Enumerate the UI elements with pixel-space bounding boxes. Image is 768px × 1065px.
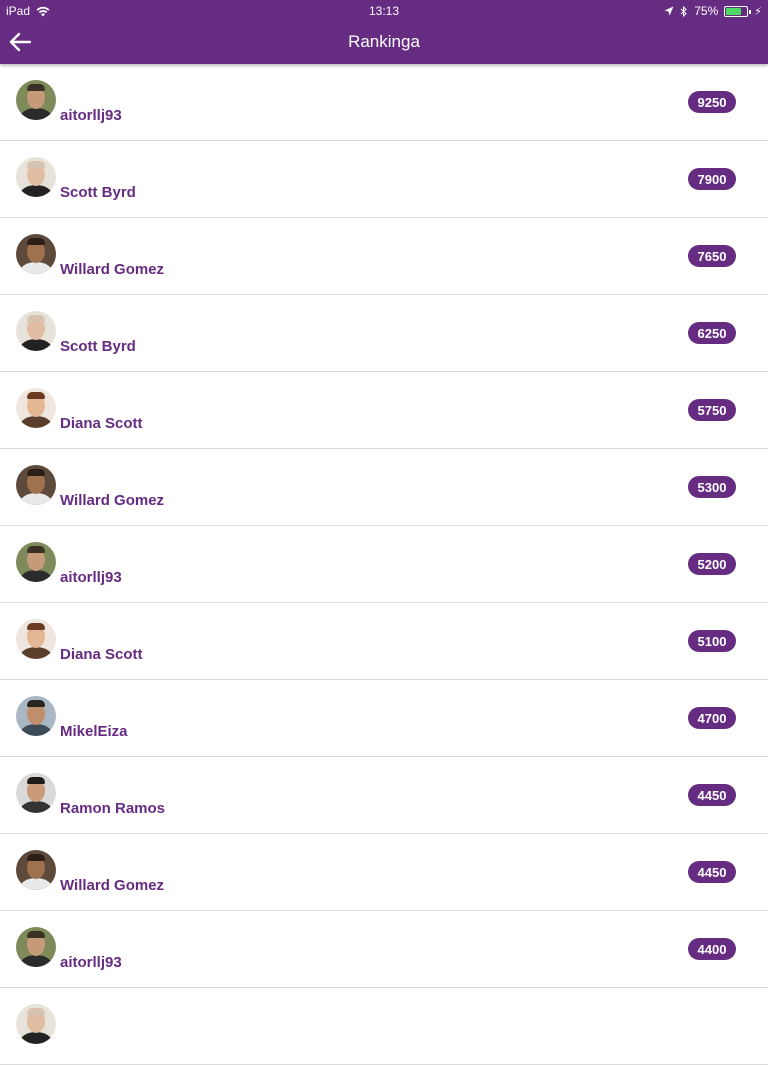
ranking-row[interactable]: Diana Scott 5100 (0, 603, 768, 680)
navigation-bar: Rankinga (0, 20, 768, 64)
player-name: Diana Scott (60, 415, 143, 432)
ranking-row[interactable]: Scott Byrd 7900 (0, 141, 768, 218)
ranking-row[interactable]: aitorllj93 9250 (0, 64, 768, 141)
player-name: Scott Byrd (60, 338, 136, 355)
player-name: Ramon Ramos (60, 800, 166, 817)
player-name: MikelEiza (60, 723, 128, 740)
player-name: aitorllj93 (60, 569, 122, 586)
ranking-row[interactable] (0, 988, 768, 1065)
avatar (16, 234, 56, 274)
ranking-row[interactable]: Willard Gomez 4450 (0, 834, 768, 911)
player-name: aitorllj93 (60, 107, 122, 124)
status-bar: iPad 13:13 75% ⚡ (0, 0, 768, 20)
avatar (16, 80, 56, 120)
player-name: Scott Byrd (60, 184, 136, 201)
avatar (16, 388, 56, 428)
ranking-list: aitorllj93 9250 Scott Byrd 7900 Willard Gome… (0, 64, 768, 1065)
score-badge: 7900 (688, 168, 736, 190)
score-badge: 4700 (688, 707, 736, 729)
ranking-row[interactable]: Ramon Ramos 4450 (0, 757, 768, 834)
ranking-row[interactable]: Willard Gomez 5300 (0, 449, 768, 526)
avatar (16, 773, 56, 813)
bluetooth-icon (680, 5, 687, 17)
avatar (16, 157, 56, 197)
avatar (16, 1004, 56, 1044)
ranking-row[interactable]: Diana Scott 5750 (0, 372, 768, 449)
ranking-row[interactable]: Willard Gomez 7650 (0, 218, 768, 295)
score-badge: 6250 (688, 322, 736, 344)
score-badge: 9250 (688, 91, 736, 113)
ranking-row[interactable]: aitorllj93 4400 (0, 911, 768, 988)
score-badge: 7650 (688, 245, 736, 267)
score-badge: 5750 (688, 399, 736, 421)
charging-icon: ⚡ (754, 5, 762, 18)
score-badge: 5100 (688, 630, 736, 652)
ranking-row[interactable]: Scott Byrd 6250 (0, 295, 768, 372)
player-name: Willard Gomez (60, 877, 165, 894)
clock: 13:13 (368, 4, 400, 18)
location-icon (664, 6, 674, 16)
top-bar: iPad 13:13 75% ⚡ Rankinga (0, 0, 768, 64)
score-badge: 5200 (688, 553, 736, 575)
avatar (16, 850, 56, 890)
score-badge: 4400 (688, 938, 736, 960)
player-name: Willard Gomez (60, 261, 165, 278)
avatar (16, 311, 56, 351)
player-name: Willard Gomez (60, 492, 165, 509)
avatar (16, 542, 56, 582)
battery-percent: 75% (694, 4, 719, 18)
avatar (16, 927, 56, 967)
player-name: Diana Scott (60, 646, 143, 663)
battery-icon (724, 5, 752, 17)
page-title: Rankinga (348, 32, 420, 51)
score-badge: 5300 (688, 476, 736, 498)
score-badge: 4450 (688, 861, 736, 883)
ranking-row[interactable]: aitorllj93 5200 (0, 526, 768, 603)
player-name: aitorllj93 (60, 954, 122, 971)
avatar (16, 465, 56, 505)
score-badge: 4450 (688, 784, 736, 806)
avatar (16, 619, 56, 659)
avatar (16, 696, 56, 736)
ranking-row[interactable]: MikelEiza 4700 (0, 680, 768, 757)
